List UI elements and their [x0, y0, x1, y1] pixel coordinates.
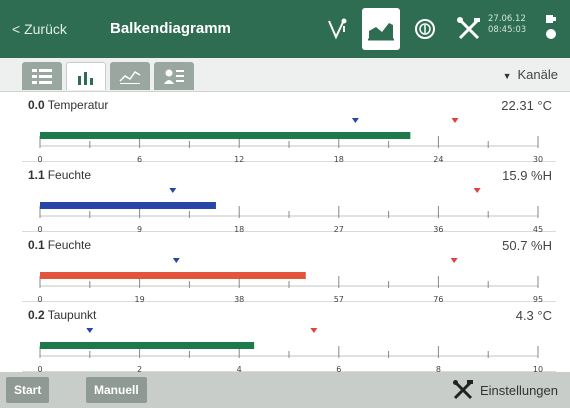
max-marker [451, 118, 459, 123]
tick-label: 9 [137, 225, 142, 232]
tick-label: 30 [533, 155, 543, 162]
max-marker [310, 328, 318, 333]
channel-label: Taupunkt [47, 308, 97, 322]
channel-label: Feuchte [47, 168, 92, 182]
value-bar [40, 342, 255, 349]
tick-label: 6 [137, 155, 142, 162]
channel-name: 0.1 Feuchte [28, 238, 91, 252]
tick-label: 10 [533, 365, 543, 372]
channel-number: 0.0 [28, 98, 45, 112]
status-icons [545, 14, 557, 40]
tools-button[interactable] [450, 8, 488, 50]
manual-button[interactable]: Manuell [86, 377, 147, 403]
time-text: 08:45:03 [488, 25, 527, 35]
bar-gauge: 0 2 4 6 8 10 [37, 328, 543, 372]
bar-chart-icon [78, 71, 93, 85]
measure-icon [328, 18, 347, 40]
person-list-icon [164, 69, 184, 84]
tick-label: 38 [234, 295, 244, 302]
channel-number: 0.2 [28, 308, 45, 322]
tick-label: 57 [334, 295, 344, 302]
channel-number: 1.1 [28, 168, 45, 182]
tick-label: 18 [234, 225, 244, 232]
tick-label: 95 [533, 295, 543, 302]
min-marker [86, 328, 94, 333]
max-marker [473, 188, 481, 193]
tick-label: 0 [37, 155, 42, 162]
start-button[interactable]: Start [6, 377, 50, 403]
value-bar [40, 272, 306, 279]
tab-list-view[interactable] [22, 62, 62, 90]
tab-bar-chart[interactable] [66, 62, 106, 90]
tick-label: 0 [37, 365, 42, 372]
tick-label: 4 [237, 365, 242, 372]
bar-gauge: 0 9 18 27 36 45 [37, 188, 543, 232]
min-marker [351, 118, 359, 123]
tick-label: 36 [433, 225, 443, 232]
line-chart-icon [119, 71, 141, 84]
tick-label: 6 [336, 365, 341, 372]
record-icon [415, 19, 435, 39]
channel-panel[interactable]: 0.1 Feuchte 50.7 %H 0 19 38 57 76 95 [22, 234, 556, 302]
tick-label: 0 [37, 295, 42, 302]
channel-name: 0.0 Temperatur [28, 98, 108, 112]
header-toolbar [318, 8, 488, 50]
tick-label: 45 [533, 225, 543, 232]
channel-panel[interactable]: 1.1 Feuchte 15.9 %H 0 9 18 27 36 45 [22, 164, 556, 232]
min-marker [172, 258, 180, 263]
list-view-icon [32, 69, 52, 84]
back-button[interactable]: < Zurück [12, 0, 67, 58]
measure-button[interactable] [318, 8, 356, 50]
channels-label: Kanäle [517, 67, 558, 82]
settings-button[interactable]: Einstellungen [452, 372, 558, 408]
tick-label: 2 [137, 365, 142, 372]
settings-label: Einstellungen [479, 382, 558, 398]
max-marker [450, 258, 458, 263]
tick-label: 18 [334, 155, 344, 162]
connection-icon [546, 15, 556, 23]
channel-panel[interactable]: 0.0 Temperatur 22.31 °C 0 6 12 18 24 30 [22, 94, 556, 162]
app-header: < Zurück Balkendiagramm 27.06.12 08:45:0… [0, 0, 570, 58]
tick-label: 12 [234, 155, 244, 162]
tools-icon [452, 380, 473, 400]
channel-name: 0.2 Taupunkt [28, 308, 96, 322]
bar-gauge: 0 19 38 57 76 95 [37, 258, 543, 302]
dropdown-arrow-icon: ▼ [502, 71, 512, 81]
tick-label: 8 [436, 365, 441, 372]
channel-panel[interactable]: 0.2 Taupunkt 4.3 °C 0 2 4 6 8 10 [22, 304, 556, 372]
tick-label: 27 [334, 225, 344, 232]
tab-person-list[interactable] [154, 62, 194, 90]
value-bar [40, 132, 411, 139]
tick-label: 76 [433, 295, 443, 302]
footer-bar: Start Manuell Einstellungen [0, 372, 570, 408]
tick-label: 19 [135, 295, 145, 302]
channel-name: 1.1 Feuchte [28, 168, 91, 182]
channel-label: Temperatur [47, 98, 109, 112]
channel-reading: 22.31 °C [501, 98, 552, 113]
tick-label: 24 [433, 155, 443, 162]
clock-display: 27.06.12 08:45:03 [488, 14, 526, 36]
min-marker [169, 188, 177, 193]
channel-number: 0.1 [28, 238, 45, 252]
channel-reading: 15.9 %H [502, 168, 552, 183]
bar-chart-view-button[interactable] [362, 8, 400, 50]
tab-line-chart[interactable] [110, 62, 150, 90]
power-icon [546, 29, 556, 39]
channel-reading: 50.7 %H [502, 238, 552, 253]
bar-gauge: 0 6 12 18 24 30 [37, 118, 543, 162]
page-title: Balkendiagramm [110, 20, 231, 37]
tick-label: 0 [37, 225, 42, 232]
date-text: 27.06.12 [488, 14, 526, 24]
channel-reading: 4.3 °C [515, 308, 552, 323]
bar-chart-icon [368, 23, 394, 41]
channel-label: Feuchte [47, 238, 92, 252]
value-bar [40, 202, 216, 209]
tools-icon [457, 17, 480, 40]
view-tab-bar: ▼ Kanäle [0, 58, 570, 92]
record-button[interactable] [406, 8, 444, 50]
channels-dropdown[interactable]: ▼ Kanäle [503, 58, 558, 92]
